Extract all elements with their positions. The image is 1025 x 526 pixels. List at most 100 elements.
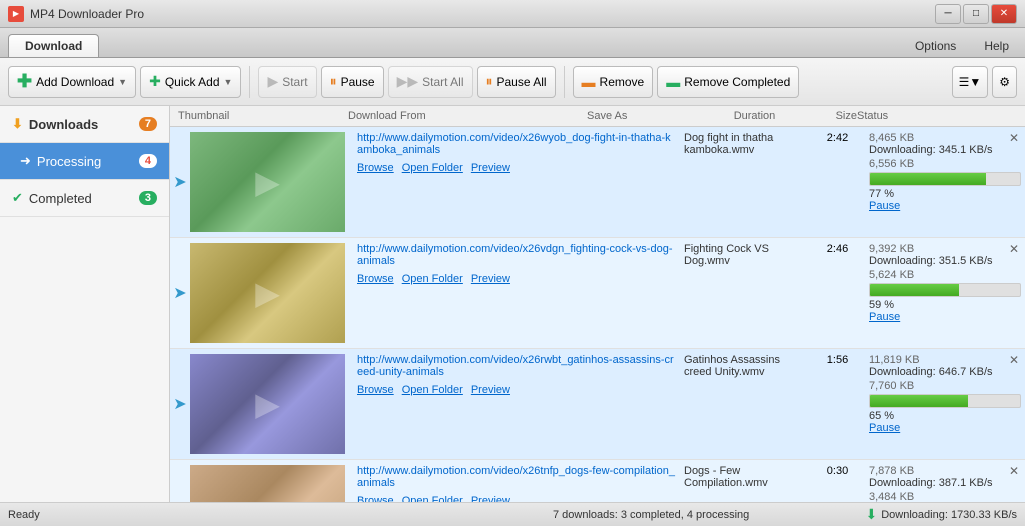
item-size-done-0: 6,556 KB [869,158,914,170]
view-options-button[interactable]: ☰▼ [952,66,989,98]
item-info-3: http://www.dailymotion.com/video/x26tnfp… [353,460,680,502]
item-progress-fill-1 [870,284,959,296]
item-duration-1: 2:46 [810,238,865,348]
item-preview-3[interactable]: Preview [471,495,510,502]
item-actions-0: Browse Open Folder Preview [357,162,676,174]
item-info-0: http://www.dailymotion.com/video/x26wyob… [353,127,680,237]
item-url-3: http://www.dailymotion.com/video/x26tnfp… [357,465,676,489]
item-duration-3: 0:30 [810,460,865,502]
item-url-0: http://www.dailymotion.com/video/x26wyob… [357,132,676,156]
item-preview-0[interactable]: Preview [471,162,510,174]
add-download-label: Add Download [36,75,114,89]
item-arrow-1: ➤ [170,238,190,348]
sidebar-item-downloads[interactable]: ⬇ Downloads 7 [0,106,169,143]
item-saveas-3: Dogs - Few Compilation.wmv [680,460,810,502]
download-items-container: ➤ ▶ http://www.dailymotion.com/video/x26… [170,127,1025,502]
item-progress-bar-0 [869,172,1021,186]
item-url-1: http://www.dailymotion.com/video/x26vdgn… [357,243,676,267]
pause-all-label: Pause All [497,75,547,89]
item-open-folder-2[interactable]: Open Folder [402,384,463,396]
header-size: Size [782,110,857,122]
pause-all-button[interactable]: ⏸ Pause All [477,66,556,98]
item-thumbnail-2: ▶ [190,354,345,454]
completed-icon: ✔ [12,190,23,206]
item-progress-fill-2 [870,395,968,407]
options-menu[interactable]: Options [907,35,964,57]
quick-add-dropdown: ▼ [224,77,233,87]
close-button[interactable]: ✕ [991,4,1017,24]
toolbar: ✚ Add Download ▼ ✚ Quick Add ▼ ▶ Start ⏸… [0,58,1025,106]
item-actions-1: Browse Open Folder Preview [357,273,676,285]
item-size-done-3: 3,484 KB [869,491,914,502]
item-browse-1[interactable]: Browse [357,273,394,285]
header-status: Status [857,110,1017,122]
item-status-2: 11,819 KB Downloading: 646.7 KB/s 7,760 … [865,349,1025,459]
item-browse-0[interactable]: Browse [357,162,394,174]
status-speed: Downloading: 1730.33 KB/s [881,509,1017,521]
item-size-done-1: 5,624 KB [869,269,914,281]
settings-button[interactable]: ⚙ [992,66,1017,98]
add-download-button[interactable]: ✚ Add Download ▼ [8,66,136,98]
item-pause-link-0[interactable]: Pause [869,200,900,212]
sidebar-item-processing[interactable]: ➜ Processing 4 [0,143,169,180]
start-button[interactable]: ▶ Start [258,66,316,98]
processing-label: Processing [37,154,101,169]
pause-label: Pause [341,75,375,89]
help-menu[interactable]: Help [976,35,1017,57]
item-browse-2[interactable]: Browse [357,384,394,396]
remove-completed-label: Remove Completed [684,75,790,89]
sidebar-item-completed[interactable]: ✔ Completed 3 [0,180,169,217]
item-progress-label-1: 59 % [869,299,1021,311]
tab-download[interactable]: Download [8,34,99,57]
status-ready: Ready [8,509,437,521]
pause-button[interactable]: ⏸ Pause [321,66,384,98]
item-open-folder-3[interactable]: Open Folder [402,495,463,502]
item-progress-bar-1 [869,283,1021,297]
item-preview-2[interactable]: Preview [471,384,510,396]
start-all-label: Start All [422,75,463,89]
app-title: MP4 Downloader Pro [30,7,935,21]
item-url-2: http://www.dailymotion.com/video/x26rwbt… [357,354,676,378]
item-pause-link-2[interactable]: Pause [869,422,900,434]
main-area: ⬇ Downloads 7 ➜ Processing 4 ✔ Completed… [0,106,1025,502]
maximize-button[interactable]: □ [963,4,989,24]
status-speed-area: ⬇ Downloading: 1730.33 KB/s [866,506,1018,523]
header-duration: Duration [727,110,782,122]
minimize-button[interactable]: ─ [935,4,961,24]
quick-add-button[interactable]: ✚ Quick Add ▼ [140,66,241,98]
item-close-3[interactable]: ✕ [1007,464,1021,478]
item-status-0: 8,465 KB Downloading: 345.1 KB/s 6,556 K… [865,127,1025,237]
downloads-list: Thumbnail Download From Save As Duration… [170,106,1025,502]
start-all-button[interactable]: ▶▶ Start All [388,66,473,98]
list-header: Thumbnail Download From Save As Duration… [170,106,1025,127]
download-item: ➤ ▶ http://www.dailymotion.com/video/x26… [170,127,1025,238]
pause-icon: ⏸ [330,73,337,90]
download-item: ➤ ▶ http://www.dailymotion.com/video/x26… [170,460,1025,502]
app-icon [8,6,24,22]
remove-completed-icon: ▬ [666,74,680,90]
status-summary: 7 downloads: 3 completed, 4 processing [437,509,866,521]
item-close-1[interactable]: ✕ [1007,242,1021,256]
item-thumbnail-1: ▶ [190,243,345,343]
item-close-2[interactable]: ✕ [1007,353,1021,367]
status-dl-icon: ⬇ [866,506,878,523]
item-progress-label-2: 65 % [869,410,1021,422]
menu-items: Options Help [899,35,1025,57]
download-item: ➤ ▶ http://www.dailymotion.com/video/x26… [170,238,1025,349]
item-size-total-2: 11,819 KB [869,354,920,366]
add-download-dropdown: ▼ [118,77,127,87]
remove-completed-button[interactable]: ▬ Remove Completed [657,66,799,98]
remove-button[interactable]: ▬ Remove [573,66,654,98]
item-open-folder-1[interactable]: Open Folder [402,273,463,285]
item-browse-3[interactable]: Browse [357,495,394,502]
item-pause-link-1[interactable]: Pause [869,311,900,323]
processing-icon: ➜ [20,153,31,169]
header-thumbnail: Thumbnail [178,110,348,122]
item-open-folder-0[interactable]: Open Folder [402,162,463,174]
header-save-as: Save As [587,110,727,122]
item-status-text-0: Downloading: 345.1 KB/s [869,144,1021,156]
tab-bar: Download Options Help [0,28,1025,58]
item-close-0[interactable]: ✕ [1007,131,1021,145]
item-preview-1[interactable]: Preview [471,273,510,285]
processing-badge: 4 [139,154,157,168]
